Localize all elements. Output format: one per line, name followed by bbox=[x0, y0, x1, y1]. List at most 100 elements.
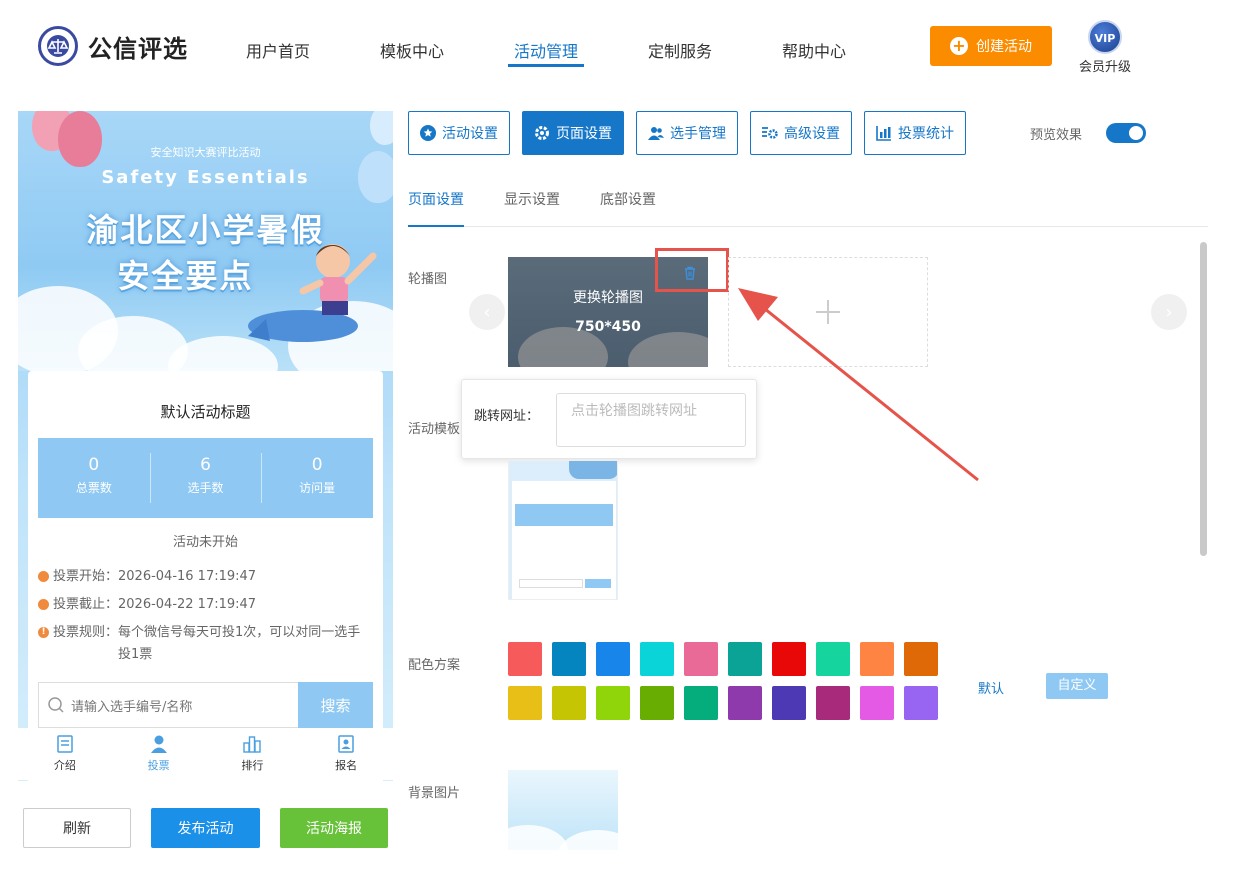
subtab-page-settings[interactable]: 页面设置 bbox=[408, 189, 464, 209]
color-swatch[interactable] bbox=[508, 686, 542, 720]
activity-title: 默认活动标题 bbox=[160, 403, 251, 421]
activity-status: 活动未开始 bbox=[172, 535, 238, 550]
subtab-footer-settings[interactable]: 底部设置 bbox=[600, 189, 656, 209]
color-swatch[interactable] bbox=[728, 642, 762, 676]
contestant-management-button[interactable]: 选手管理 bbox=[636, 111, 738, 155]
carousel-prev-button[interactable]: ‹ bbox=[469, 294, 505, 330]
document-icon bbox=[57, 735, 73, 753]
clock-icon bbox=[38, 571, 49, 582]
vip-upgrade-label: 会员升级 bbox=[1078, 60, 1131, 75]
subtab-divider bbox=[408, 226, 1208, 227]
refresh-button[interactable]: 刷新 bbox=[23, 808, 131, 848]
nav-user-home[interactable]: 用户首页 bbox=[246, 38, 310, 62]
nav-activity-management[interactable]: 活动管理 bbox=[514, 38, 578, 62]
vote-start-row: 投票开始：2026-04-16 17:19:47 bbox=[38, 566, 256, 588]
bar-chart-icon bbox=[876, 126, 891, 141]
nav-template-center[interactable]: 模板中心 bbox=[380, 38, 444, 62]
color-swatch[interactable] bbox=[640, 686, 674, 720]
color-swatch[interactable] bbox=[684, 642, 718, 676]
exclamation-icon: ! bbox=[38, 627, 49, 638]
users-icon bbox=[648, 127, 664, 140]
vote-end-row: 投票截止：2026-04-22 17:19:47 bbox=[38, 594, 256, 616]
tab-signup[interactable]: 报名 bbox=[299, 728, 393, 780]
template-thumbnail[interactable] bbox=[508, 460, 618, 600]
preview-effect-toggle[interactable] bbox=[1106, 123, 1146, 143]
stat-visits: 0 访问量 bbox=[261, 438, 373, 518]
color-swatch[interactable] bbox=[552, 642, 586, 676]
jump-url-input[interactable]: 点击轮播图跳转网址 bbox=[556, 393, 746, 447]
tab-intro[interactable]: 介绍 bbox=[18, 728, 112, 780]
carousel-label: 轮播图 bbox=[408, 272, 448, 287]
annotation-arrow bbox=[738, 288, 979, 482]
background-image-label: 背景图片 bbox=[408, 786, 461, 801]
vip-upgrade[interactable]: VIP 会员升级 bbox=[1076, 20, 1134, 75]
user-icon bbox=[150, 735, 167, 753]
nav-help-center[interactable]: 帮助中心 bbox=[782, 38, 846, 62]
cloud-decoration bbox=[558, 830, 618, 850]
template-label: 活动模板 bbox=[408, 422, 461, 437]
clock-icon bbox=[38, 599, 49, 610]
color-swatch[interactable] bbox=[552, 686, 586, 720]
carousel-size-text: 750*450 bbox=[575, 319, 641, 335]
vote-rules-row: ! 投票规则： 每个微信号每天可投1次，可以对同一选手 投1票 bbox=[38, 622, 373, 666]
preview-effect-label: 预览效果 bbox=[1030, 128, 1083, 143]
banner-subtitle: 安全知识大赛评比活动 bbox=[150, 146, 261, 159]
nav-custom-service[interactable]: 定制服务 bbox=[648, 38, 712, 62]
tab-vote[interactable]: 投票 bbox=[112, 728, 206, 780]
scales-logo-icon bbox=[38, 26, 78, 66]
nav-active-underline bbox=[508, 64, 584, 67]
color-swatch[interactable] bbox=[860, 642, 894, 676]
search-input[interactable]: 请输入选手编号/名称 bbox=[38, 682, 298, 728]
balloon-decoration bbox=[370, 111, 393, 145]
color-swatch[interactable] bbox=[772, 686, 806, 720]
vote-statistics-button[interactable]: 投票统计 bbox=[864, 111, 966, 155]
ranking-icon bbox=[243, 736, 262, 753]
color-swatch[interactable] bbox=[596, 686, 630, 720]
color-scheme-label: 配色方案 bbox=[408, 658, 461, 673]
highlight-box bbox=[655, 248, 729, 292]
subtab-display-settings[interactable]: 显示设置 bbox=[504, 189, 560, 209]
jump-url-popover: 跳转网址： 点击轮播图跳转网址 bbox=[461, 379, 757, 459]
brand-logo[interactable]: 公信评选 bbox=[38, 26, 188, 66]
color-swatch[interactable] bbox=[816, 686, 850, 720]
search-button[interactable]: 搜索 bbox=[298, 682, 373, 728]
color-default-option[interactable]: 默认 bbox=[978, 678, 1004, 697]
carousel-next-button[interactable]: › bbox=[1151, 294, 1187, 330]
color-swatch[interactable] bbox=[508, 642, 542, 676]
star-circle-icon bbox=[420, 125, 436, 141]
color-swatch[interactable] bbox=[640, 642, 674, 676]
dolphin-boy-illustration bbox=[248, 244, 377, 342]
chevron-left-icon: ‹ bbox=[483, 301, 491, 323]
color-swatch[interactable] bbox=[772, 642, 806, 676]
subtab-active-underline bbox=[408, 225, 464, 227]
stat-total-votes: 0 总票数 bbox=[75, 455, 112, 495]
list-gear-icon bbox=[762, 127, 778, 139]
color-swatch[interactable] bbox=[904, 642, 938, 676]
advanced-settings-button[interactable]: 高级设置 bbox=[750, 111, 852, 155]
page-settings-button[interactable]: 页面设置 bbox=[522, 111, 624, 155]
color-swatch[interactable] bbox=[860, 686, 894, 720]
activity-settings-button[interactable]: 活动设置 bbox=[408, 111, 510, 155]
gear-icon bbox=[535, 126, 549, 140]
color-swatch[interactable] bbox=[904, 686, 938, 720]
stat-contestants: 6 选手数 bbox=[149, 438, 262, 518]
mobile-preview: 安全知识大赛评比活动 Safety Essentials 渝北区小学暑假 安全要… bbox=[18, 111, 393, 781]
color-custom-option[interactable]: 自定义 bbox=[1046, 673, 1108, 699]
background-image-thumbnail[interactable] bbox=[508, 770, 618, 850]
id-card-icon bbox=[338, 735, 354, 753]
jump-url-label: 跳转网址： bbox=[474, 409, 540, 424]
chevron-right-icon: › bbox=[1165, 301, 1173, 323]
color-swatch[interactable] bbox=[596, 642, 630, 676]
tab-ranking[interactable]: 排行 bbox=[206, 728, 300, 780]
banner-english: Safety Essentials bbox=[101, 167, 310, 188]
panel-scrollbar[interactable] bbox=[1200, 242, 1207, 556]
preview-tabbar: 介绍 投票 排行 报名 bbox=[18, 728, 393, 780]
activity-poster-button[interactable]: 活动海报 bbox=[280, 808, 388, 848]
preview-banner: 安全知识大赛评比活动 Safety Essentials 渝北区小学暑假 安全要… bbox=[18, 111, 393, 371]
publish-activity-button[interactable]: 发布活动 bbox=[151, 808, 260, 848]
color-swatch[interactable] bbox=[816, 642, 850, 676]
color-swatch[interactable] bbox=[684, 686, 718, 720]
color-swatch[interactable] bbox=[728, 686, 762, 720]
create-activity-button[interactable]: + 创建活动 bbox=[930, 26, 1052, 66]
vip-badge-icon: VIP bbox=[1088, 20, 1122, 54]
